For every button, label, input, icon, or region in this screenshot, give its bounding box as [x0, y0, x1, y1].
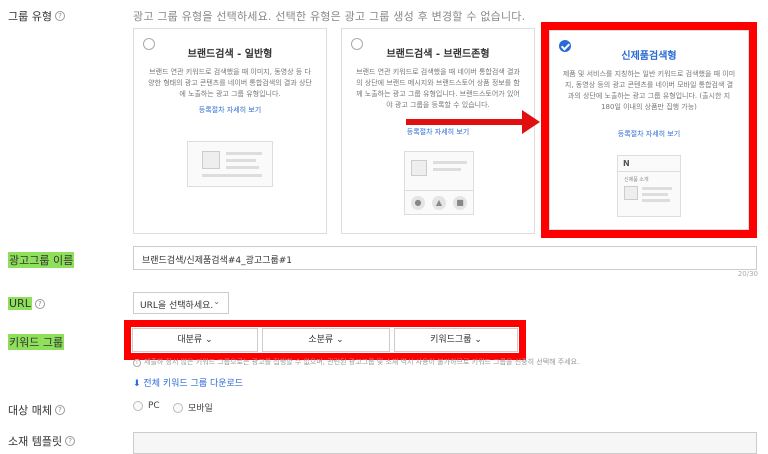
- shoe-icon: ▲: [432, 196, 446, 210]
- url-select-label: URL을 선택하세요.: [140, 301, 214, 311]
- radio-circle[interactable]: [173, 402, 183, 413]
- group-name-input[interactable]: 브랜드검색/신제품검색#4_광고그룹#1: [133, 246, 757, 270]
- url-select[interactable]: URL을 선택하세요. ⌄: [133, 292, 229, 314]
- media-label: 모바일: [188, 404, 213, 414]
- help-icon[interactable]: ?: [54, 405, 65, 415]
- notice-text: 제출하 정서 않은 키워드 그룹으로는 광고를 집행할 수 없으며, 관련된 광…: [144, 358, 580, 366]
- group-type-description: 광고 그룹 유형을 선택하세요. 선택한 유형은 광고 그룹 생성 후 변경할 …: [133, 10, 526, 23]
- register-detail-link[interactable]: 등록절차 자세히 보기: [134, 105, 326, 115]
- card-brand-zone[interactable]: 브랜드검색 - 브랜드존형 브랜드 연관 키워드로 검색했을 때 네이버 통합검…: [341, 28, 535, 234]
- download-keyword-group-link[interactable]: ⬇ 전체 키워드 그룹 다운로드: [133, 376, 243, 389]
- download-link-text: 전체 키워드 그룹 다운로드: [143, 379, 244, 389]
- arrow-annotation: [406, 119, 524, 125]
- group-name-label: 광고그룹 이름: [8, 252, 75, 268]
- radio-circle[interactable]: [133, 401, 143, 411]
- arrow-head-icon: [522, 110, 540, 134]
- help-icon[interactable]: ?: [65, 436, 76, 446]
- text-line: [433, 161, 467, 164]
- text-line: [226, 166, 259, 169]
- keyword-group-label: 키워드 그룹: [8, 334, 65, 350]
- text-line: [226, 159, 256, 162]
- layout-illustration: [187, 141, 273, 187]
- bag-icon: ●: [411, 196, 425, 210]
- card-body: 브랜드 연관 키워드로 검색했을 때 네이버 통합검색 결과의 상단에 브랜드 …: [356, 68, 520, 109]
- template-field[interactable]: [133, 432, 757, 454]
- highlight-frame-keyword-group: [124, 320, 526, 360]
- divider: [405, 190, 473, 191]
- card-brand-general[interactable]: 브랜드검색 - 일반형 브랜드 연관 키워드로 검색했을 때 이미지, 동영상 …: [133, 28, 327, 234]
- template-label: 소재 템플릿?: [8, 433, 76, 449]
- shirt-icon: ■: [453, 196, 467, 210]
- url-label: URL?: [8, 297, 45, 310]
- media-option-pc[interactable]: PC: [133, 401, 160, 411]
- keyword-notice: i 제출하 정서 않은 키워드 그룹으로는 광고를 집행할 수 없으며, 관련된 …: [133, 357, 579, 367]
- register-detail-link[interactable]: 등록절차 자세히 보기: [342, 127, 534, 137]
- card-body: 브랜드 연관 키워드로 검색했을 때 이미지, 동영상 등 다양한 형태의 광고…: [148, 68, 312, 98]
- image-placeholder-icon: [202, 151, 220, 169]
- chevron-down-icon: ⌄: [213, 297, 220, 306]
- media-label: PC: [148, 401, 160, 411]
- group-type-label: 그룹 유형?: [8, 8, 65, 24]
- text-line: [226, 152, 262, 155]
- layout-illustration: ● ▲ ■: [404, 151, 474, 215]
- help-icon[interactable]: ?: [54, 11, 65, 21]
- info-icon: i: [133, 359, 141, 367]
- text-line: [202, 174, 262, 177]
- download-icon: ⬇: [133, 379, 141, 389]
- card-title: 브랜드검색 - 일반형: [187, 49, 273, 60]
- help-icon[interactable]: ?: [34, 298, 45, 309]
- text-line: [433, 168, 461, 171]
- card-title: 브랜드검색 - 브랜드존형: [386, 49, 490, 60]
- highlight-frame-selected-card: [541, 22, 757, 238]
- media-option-mobile[interactable]: 모바일: [173, 401, 213, 414]
- image-placeholder-icon: [411, 160, 427, 176]
- target-media-label: 대상 매체?: [8, 402, 65, 418]
- char-counter: 20/30: [737, 270, 758, 278]
